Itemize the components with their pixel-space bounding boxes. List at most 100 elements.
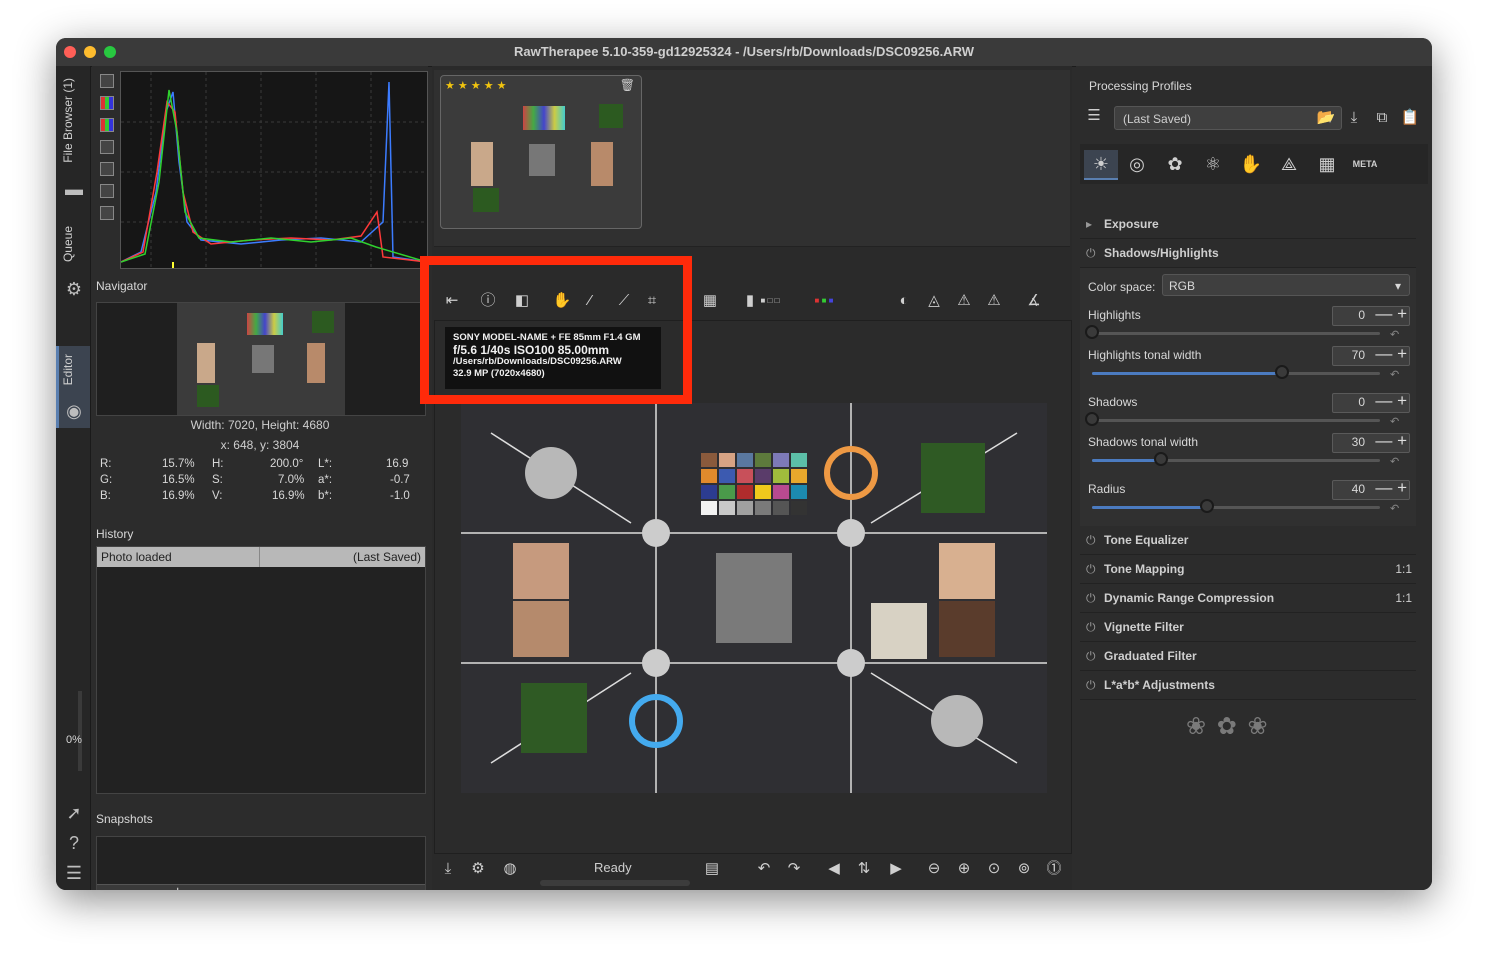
histogram-mode-icon[interactable] <box>100 74 114 88</box>
rotate-left-icon[interactable]: ↶ <box>754 859 774 879</box>
slider-track[interactable] <box>1092 452 1380 466</box>
power-icon[interactable]: ⏻ <box>1086 671 1096 699</box>
reset-icon[interactable]: ↶ <box>1390 502 1399 515</box>
help-icon[interactable]: ? <box>63 832 85 854</box>
highlight-clip-icon[interactable]: ⚠ <box>984 291 1004 311</box>
luminance-icon[interactable] <box>100 140 114 154</box>
channels-icon[interactable] <box>100 96 114 110</box>
raw-tab-icon[interactable]: ▦ <box>1312 150 1342 178</box>
save-profile-icon[interactable]: ⤓ <box>1344 108 1364 128</box>
zoom-100-icon[interactable]: ⓵ <box>1044 859 1064 879</box>
slider-knob[interactable] <box>1085 412 1099 426</box>
queue-icon[interactable]: ⚙ <box>468 859 488 879</box>
slider-knob[interactable] <box>1085 325 1099 339</box>
previous-image-icon[interactable]: ◀ <box>824 859 844 879</box>
minimize-window-button[interactable] <box>84 46 96 58</box>
tab-queue[interactable]: Queue <box>61 226 75 262</box>
power-icon[interactable]: ⏻ <box>1086 555 1096 583</box>
section-shadows-highlights[interactable]: ⏻ Shadows/Highlights <box>1080 239 1416 268</box>
raw-icon[interactable] <box>100 184 114 198</box>
rgb-icon[interactable] <box>100 118 114 132</box>
tool-section[interactable]: ⏻ Tone Mapping 1:1 <box>1080 555 1416 584</box>
section-exposure[interactable]: ▸ Exposure <box>1080 210 1416 239</box>
add-snapshot-button[interactable]: + <box>173 884 182 890</box>
rotate-right-icon[interactable]: ↷ <box>784 859 804 879</box>
chroma-icon[interactable] <box>100 162 114 176</box>
shadow-clip-icon[interactable]: ◬ <box>924 291 944 311</box>
preferences-icon[interactable]: ☰ <box>63 862 85 884</box>
navigator-preview[interactable] <box>96 302 426 416</box>
rating-stars[interactable]: ★ ★ ★ ★ ★ <box>445 79 507 92</box>
copy-profile-icon[interactable]: ⧉ <box>1372 108 1392 128</box>
slider-value-spinner[interactable]: 70 — + <box>1332 344 1410 366</box>
power-icon[interactable]: ⏻ <box>1086 239 1096 267</box>
color-tab-icon[interactable]: ✿ <box>1160 150 1190 178</box>
meta-tab[interactable]: META <box>1350 150 1380 178</box>
tool-section[interactable]: ⏻ Dynamic Range Compression 1:1 <box>1080 584 1416 613</box>
slider-knob[interactable] <box>1154 452 1169 466</box>
slider-track[interactable] <box>1085 325 1380 339</box>
tool-section[interactable]: ⏻ Graduated Filter <box>1080 642 1416 671</box>
zoom-fit-icon[interactable]: ⊙ <box>984 859 1004 879</box>
slider-track[interactable] <box>1092 499 1380 513</box>
tool-section[interactable]: ⏻ Vignette Filter <box>1080 613 1416 642</box>
advanced-tab-icon[interactable]: ⚛ <box>1198 150 1228 178</box>
filmstrip-thumbnail[interactable]: ★ ★ ★ ★ ★ 🗑 <box>440 75 642 229</box>
bar-icon[interactable] <box>100 206 114 220</box>
slider-track[interactable] <box>1092 365 1380 379</box>
profile-list-icon[interactable]: ☰ <box>1084 106 1104 126</box>
grid-icon[interactable]: ▦ <box>700 291 720 311</box>
slider-value-spinner[interactable]: 0 — + <box>1332 304 1410 326</box>
power-icon[interactable]: ⏻ <box>1086 613 1096 641</box>
channel-icon[interactable]: ■ ■ ■ <box>814 291 834 311</box>
slider-knob[interactable] <box>1275 365 1290 379</box>
save-icon[interactable]: ⤓ <box>438 859 458 879</box>
tool-section[interactable]: ⏻ Tone Equalizer <box>1080 526 1416 555</box>
decrement-increment-icon[interactable]: — + <box>1375 391 1407 411</box>
slider-value-spinner[interactable]: 0 — + <box>1332 391 1410 413</box>
decrement-increment-icon[interactable]: — + <box>1375 304 1407 324</box>
reset-icon[interactable]: ↶ <box>1390 415 1399 428</box>
decrement-increment-icon[interactable]: — + <box>1375 478 1407 498</box>
bg-color-icon[interactable]: ■ □ □ <box>760 291 780 311</box>
slider-value-spinner[interactable]: 30 — + <box>1332 431 1410 453</box>
angle-icon[interactable]: ∡ <box>1024 291 1044 311</box>
paste-profile-icon[interactable]: 📋 <box>1400 108 1420 128</box>
edit-cursor-icon[interactable]: ➚ <box>63 802 85 824</box>
close-window-button[interactable] <box>64 46 76 58</box>
remove-snapshot-button[interactable]: − <box>335 884 344 890</box>
open-profile-icon[interactable]: 📂 <box>1316 108 1336 128</box>
reset-icon[interactable]: ↶ <box>1390 455 1399 468</box>
history-row[interactable]: Photo loaded (Last Saved) <box>97 547 425 567</box>
folder-icon[interactable]: ▬ <box>63 178 85 200</box>
color-space-select[interactable]: RGB ▾ <box>1162 274 1410 296</box>
tab-file-browser[interactable]: File Browser (1) <box>61 78 75 163</box>
tab-editor[interactable]: Editor <box>61 354 75 385</box>
power-icon[interactable]: ⏻ <box>1086 526 1096 554</box>
slider-value-spinner[interactable]: 40 — + <box>1332 478 1410 500</box>
focus-mask-icon[interactable]: ◐ <box>894 291 914 311</box>
sync-icon[interactable]: ⇅ <box>854 859 874 879</box>
transform-tab-icon[interactable]: ⟁ <box>1274 150 1304 178</box>
power-icon[interactable]: ⏻ <box>1086 584 1096 612</box>
slider-track[interactable] <box>1085 412 1380 426</box>
power-icon[interactable]: ⏻ <box>1086 642 1096 670</box>
exposure-tab-icon[interactable]: ☀ <box>1084 150 1118 180</box>
zoom-window-button[interactable] <box>104 46 116 58</box>
external-editor-icon[interactable]: ◍ <box>500 859 520 879</box>
reset-icon[interactable]: ↶ <box>1390 368 1399 381</box>
preview-mode-icon[interactable]: ▮ <box>740 291 760 311</box>
warning-icon[interactable]: ⚠ <box>954 291 974 311</box>
zoom-fill-icon[interactable]: ⊚ <box>1014 859 1034 879</box>
aperture-icon[interactable]: ◉ <box>63 400 85 422</box>
zoom-in-icon[interactable]: ⊕ <box>954 859 974 879</box>
detail-tab-icon[interactable]: ◎ <box>1122 150 1152 178</box>
profile-menu-icon[interactable]: ▤ <box>702 859 722 879</box>
decrement-increment-icon[interactable]: — + <box>1375 344 1407 364</box>
decrement-increment-icon[interactable]: — + <box>1375 431 1407 451</box>
profile-select[interactable]: (Last Saved) ▾ <box>1114 106 1342 130</box>
reset-icon[interactable]: ↶ <box>1390 328 1399 341</box>
local-tab-icon[interactable]: ✋ <box>1236 150 1266 178</box>
trash-icon[interactable]: 🗑 <box>620 78 635 92</box>
next-image-icon[interactable]: ▶ <box>886 859 906 879</box>
